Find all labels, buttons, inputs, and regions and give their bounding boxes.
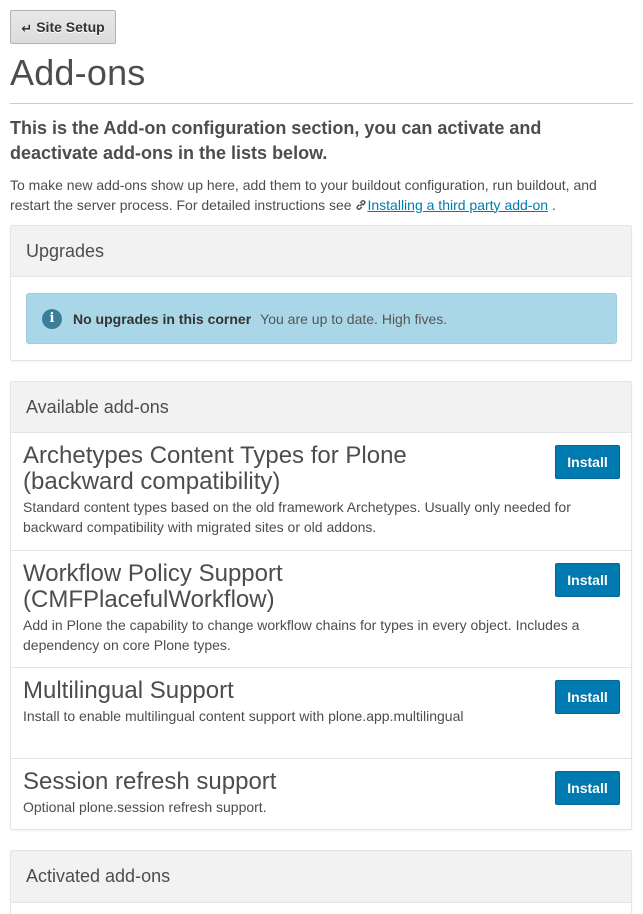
addon-title: Workflow Policy Support (CMFPlacefulWork… — [23, 560, 283, 613]
available-addons-heading: Available add-ons — [11, 382, 631, 433]
info-circle-icon: i — [42, 308, 62, 329]
instructions-end: . — [551, 196, 556, 213]
activated-addons-panel: Activated add-ons — [10, 850, 632, 914]
link-chain-icon — [355, 198, 367, 213]
upgrades-panel: Upgrades i No upgrades in this corner Yo… — [10, 225, 632, 361]
install-button[interactable]: Install — [555, 445, 620, 479]
addon-item: Multilingual Support Install to enable m… — [11, 667, 631, 758]
page-lead: This is the Add-on configuration section… — [10, 118, 542, 163]
available-addons-panel: Available add-ons Archetypes Content Typ… — [10, 381, 632, 830]
return-arrow-icon: ↵ — [21, 20, 33, 36]
addon-item: Session refresh support Optional plone.s… — [11, 758, 631, 829]
addon-description: Standard content types based on the old … — [23, 499, 571, 535]
activated-addons-heading: Activated add-ons — [11, 851, 631, 903]
addon-title: Archetypes Content Types for Plone (back… — [23, 442, 407, 495]
info-title: No upgrades in this corner — [73, 310, 252, 327]
addon-description: Optional plone.session refresh support. — [23, 799, 267, 815]
page-title: Add-ons — [10, 52, 146, 93]
upgrades-info-box: i No upgrades in this corner You are up … — [26, 293, 617, 344]
installing-addon-link[interactable]: Installing a third party add-on — [367, 197, 548, 213]
site-setup-label: Site Setup — [36, 19, 105, 35]
addon-description: Add in Plone the capability to change wo… — [23, 617, 580, 653]
install-button[interactable]: Install — [555, 563, 620, 597]
addon-item: Workflow Policy Support (CMFPlacefulWork… — [11, 550, 631, 667]
addon-description: Install to enable multilingual content s… — [23, 708, 464, 724]
addon-title: Multilingual Support — [23, 677, 234, 704]
addon-title: Session refresh support — [23, 768, 277, 795]
upgrades-heading: Upgrades — [11, 226, 631, 277]
addon-item: Archetypes Content Types for Plone (back… — [11, 433, 631, 550]
instructions: To make new add-ons show up here, add th… — [10, 176, 630, 215]
site-setup-button[interactable]: ↵ Site Setup — [10, 10, 116, 44]
title-divider — [10, 103, 633, 104]
install-button[interactable]: Install — [555, 680, 620, 714]
info-text: You are up to date. High fives. — [260, 310, 448, 327]
install-button[interactable]: Install — [555, 771, 620, 805]
